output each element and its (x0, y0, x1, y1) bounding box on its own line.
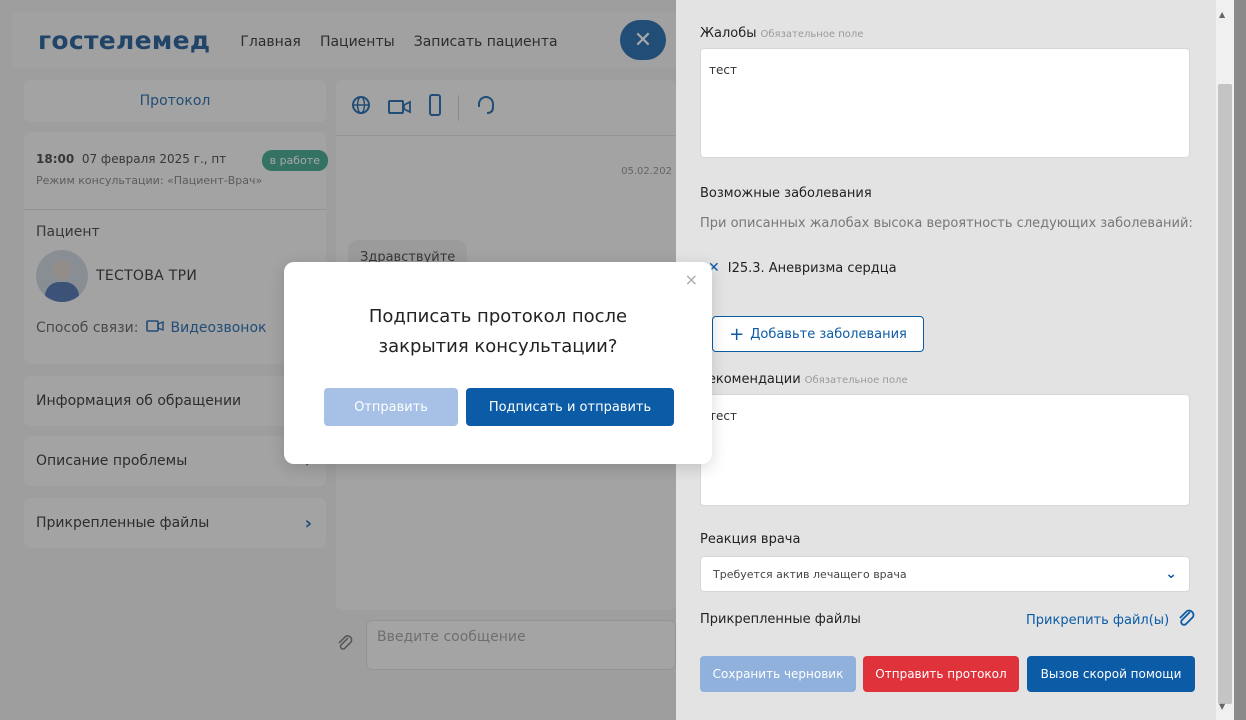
files-label: Прикрепленные файлы (700, 612, 861, 627)
disease-item: ✕ I25.3. Аневризма сердца (708, 260, 897, 276)
reaction-value: Требуется актив лечащего врача (713, 567, 907, 581)
app-window: гостелемед Главная Пациенты Записать пац… (0, 0, 1246, 720)
attach-files-link[interactable]: Прикрепить файл(ы) (1026, 608, 1197, 633)
plus-icon: + (729, 323, 745, 345)
scrollbar[interactable]: ▲ ▼ (1216, 0, 1234, 720)
recommendations-label-text: Рекомендации (700, 372, 801, 387)
recommendations-label: Рекомендации Обязательное поле (700, 372, 908, 387)
dialog-title: Подписать протокол после закрытия консул… (284, 302, 712, 362)
add-disease-button[interactable]: + Добавьте заболевания (712, 316, 924, 352)
call-ambulance-button[interactable]: Вызов скорой помощи (1027, 656, 1195, 692)
required-hint: Обязательное поле (804, 375, 908, 386)
scroll-thumb[interactable] (1218, 84, 1232, 704)
recommendations-field[interactable]: тест (700, 394, 1190, 506)
required-hint: Обязательное поле (760, 29, 864, 40)
disease-label: I25.3. Аневризма сердца (727, 260, 897, 276)
complaints-field[interactable]: тест (700, 48, 1190, 158)
sign-and-send-button[interactable]: Подписать и отправить (466, 388, 674, 426)
save-draft-button[interactable]: Сохранить черновик (700, 656, 856, 692)
complaints-label-text: Жалобы (700, 26, 757, 41)
complaints-label: Жалобы Обязательное поле (700, 26, 863, 41)
sign-protocol-dialog: × Подписать протокол после закрытия конс… (284, 262, 712, 464)
diseases-label: Возможные заболевания (700, 186, 872, 201)
window-gutter (1234, 0, 1246, 720)
scroll-up-icon[interactable]: ▲ (1219, 10, 1225, 19)
dialog-title-line: Подписать протокол после (368, 306, 628, 327)
diseases-subtitle: При описанных жалобах высока вероятность… (700, 216, 1193, 231)
close-icon[interactable]: × (685, 270, 698, 289)
dialog-title-line: закрытия консультации? (378, 336, 618, 357)
send-button[interactable]: Отправить (324, 388, 458, 426)
reaction-label: Реакция врача (700, 532, 801, 547)
paperclip-icon (1177, 608, 1197, 633)
chevron-down-icon: ⌄ (1165, 566, 1177, 582)
reaction-select[interactable]: Требуется актив лечащего врача ⌄ (700, 556, 1190, 592)
scroll-down-icon[interactable]: ▼ (1219, 702, 1225, 711)
send-protocol-button[interactable]: Отправить протокол (863, 656, 1019, 692)
add-disease-label: Добавьте заболевания (750, 326, 907, 342)
attach-label: Прикрепить файл(ы) (1026, 613, 1170, 628)
